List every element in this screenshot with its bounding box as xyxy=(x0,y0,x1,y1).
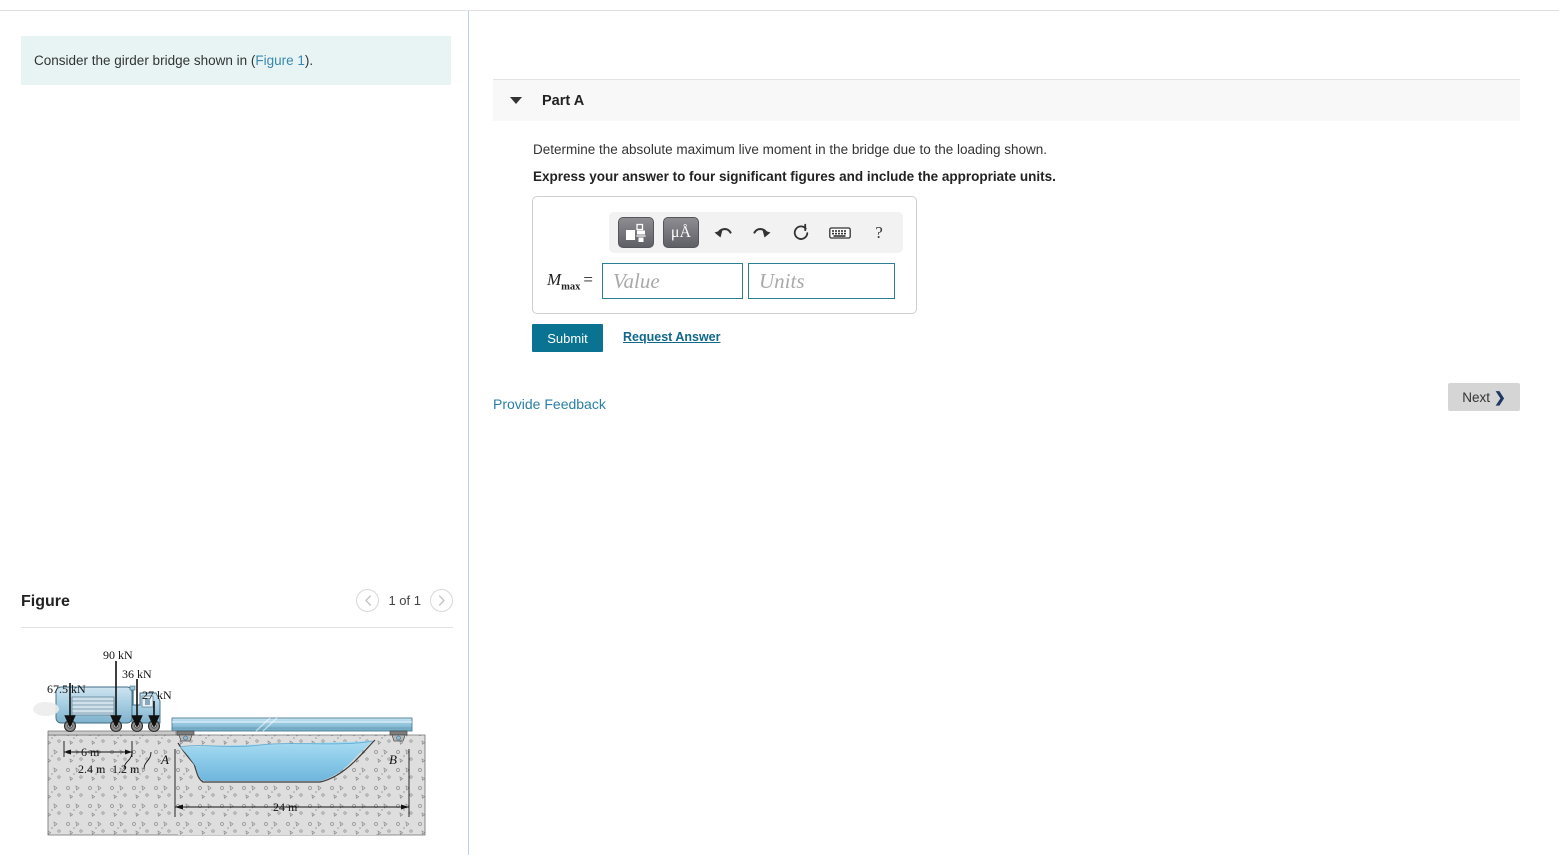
next-button-label: Next xyxy=(1462,389,1491,405)
units-button[interactable]: μÅ xyxy=(663,217,699,248)
load-label-2: 90 kN xyxy=(103,648,133,662)
redo-button[interactable] xyxy=(747,218,777,248)
figure-counter: 1 of 1 xyxy=(388,593,421,608)
redo-icon xyxy=(753,227,771,237)
left-panel: Consider the girder bridge shown in (Fig… xyxy=(0,11,468,855)
figure-1-link-label: Figure 1 xyxy=(255,53,305,68)
math-toolbar: μÅ ? xyxy=(609,212,903,253)
variable-symbol: M xyxy=(547,269,562,289)
figure-header-divider xyxy=(21,627,453,628)
keyboard-icon xyxy=(829,226,851,239)
figure-prev-button[interactable] xyxy=(356,589,380,612)
problem-statement: Consider the girder bridge shown in (Fig… xyxy=(21,36,451,86)
answer-row: Mmax = xyxy=(547,263,896,299)
part-a-header[interactable]: Part A xyxy=(493,79,1520,121)
reset-button[interactable] xyxy=(786,218,816,248)
submit-button[interactable]: Submit xyxy=(532,324,603,352)
page-root: Consider the girder bridge shown in (Fig… xyxy=(0,0,1559,855)
dim-label-6m: 6 m xyxy=(81,745,100,759)
figure-diagram[interactable]: 67.5 kN 90 kN 36 kN 27 kN 6 m 2.4 m 1.2 … xyxy=(20,639,440,854)
answer-variable-label: Mmax = xyxy=(547,270,593,292)
instruction-text: Express your answer to four significant … xyxy=(533,169,1056,184)
figure-header: Figure 1 of 1 xyxy=(21,589,453,627)
next-button[interactable]: Next ❯ xyxy=(1448,383,1520,411)
figure-navigation: 1 of 1 xyxy=(356,589,453,612)
support-label-b: B xyxy=(389,752,397,767)
keyboard-button[interactable] xyxy=(825,218,855,248)
variable-subscript: max xyxy=(561,281,581,293)
problem-statement-text: Consider the girder bridge shown in ( xyxy=(34,53,256,68)
provide-feedback-link[interactable]: Provide Feedback xyxy=(493,396,606,412)
chevron-right-icon: ❯ xyxy=(1494,388,1506,405)
equals-sign: = xyxy=(583,269,594,289)
support-label-a: A xyxy=(160,752,169,767)
load-label-1: 67.5 kN xyxy=(47,682,86,696)
problem-statement-suffix: ). xyxy=(304,53,314,68)
undo-button[interactable] xyxy=(708,218,738,248)
dim-label-24m: 2.4 m xyxy=(78,762,106,776)
request-answer-link[interactable]: Request Answer xyxy=(623,330,720,344)
units-input[interactable] xyxy=(748,263,896,299)
load-label-3: 36 kN xyxy=(122,667,152,681)
right-panel: Part A Determine the absolute maximum li… xyxy=(469,11,1559,855)
dim-label-span: 24 m xyxy=(273,800,298,814)
mu-angstrom-icon: μÅ xyxy=(670,223,692,241)
chevron-right-icon xyxy=(438,595,445,606)
chevron-left-icon xyxy=(365,595,372,606)
answer-entry-box: μÅ ? Mmax = Value Units xyxy=(532,196,917,314)
reset-icon xyxy=(793,223,809,240)
figure-1-link[interactable]: Figure 1 xyxy=(255,53,305,68)
caret-down-icon[interactable] xyxy=(510,97,522,104)
dim-label-12m: 1.2 m xyxy=(112,762,140,776)
help-button[interactable]: ? xyxy=(864,218,894,248)
undo-icon xyxy=(714,227,732,237)
math-template-icon xyxy=(626,223,646,242)
question-mark-icon: ? xyxy=(875,222,883,242)
figure-panel-title: Figure xyxy=(21,593,70,610)
part-a-title: Part A xyxy=(542,92,585,109)
load-label-4: 27 kN xyxy=(142,688,172,702)
value-input[interactable] xyxy=(602,263,744,299)
figure-next-button[interactable] xyxy=(430,589,453,612)
question-text: Determine the absolute maximum live mome… xyxy=(533,142,1048,157)
math-template-button[interactable] xyxy=(618,217,654,248)
